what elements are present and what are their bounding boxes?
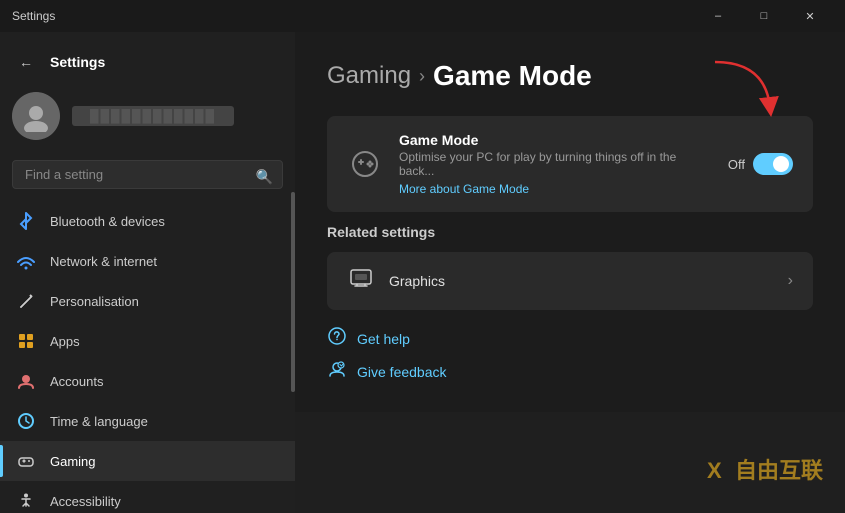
watermark: 自由互联 X [705, 452, 825, 493]
titlebar: Settings – □ ✕ [0, 0, 845, 32]
sidebar-header: ← Settings [0, 32, 295, 84]
sidebar-item-label-apps: Apps [50, 334, 279, 349]
toggle-label: Off [728, 157, 745, 172]
sidebar-item-apps[interactable]: Apps [0, 321, 295, 361]
back-button[interactable]: ← [12, 48, 40, 76]
give-feedback-link[interactable]: Give feedback [327, 359, 813, 384]
give-feedback-label: Give feedback [357, 364, 447, 380]
give-feedback-icon [327, 359, 347, 384]
get-help-label: Get help [357, 331, 410, 347]
maximize-button[interactable]: □ [741, 0, 787, 32]
sidebar-item-time[interactable]: Time & language [0, 401, 295, 441]
nav-list: Bluetooth & devices Network & internet [0, 197, 295, 513]
chevron-right-icon: › [788, 272, 793, 290]
breadcrumb-current: Game Mode [433, 60, 592, 92]
card-description: Optimise your PC for play by turning thi… [399, 150, 712, 178]
sidebar: ← Settings ████████████ 🔍 [0, 32, 295, 513]
breadcrumb-parent[interactable]: Gaming [327, 62, 411, 90]
card-title: Game Mode [399, 132, 712, 148]
main-panel: Gaming › Game Mode [295, 32, 845, 412]
get-help-icon [327, 326, 347, 351]
network-icon [16, 251, 36, 271]
accessibility-icon [16, 491, 36, 511]
game-mode-icon [347, 146, 383, 182]
user-name: ████████████ [72, 106, 234, 126]
game-mode-link[interactable]: More about Game Mode [399, 182, 712, 196]
bluetooth-icon [16, 211, 36, 231]
personalisation-icon [16, 291, 36, 311]
links-section: Get help Give feedback [327, 326, 813, 384]
search-container: 🔍 [0, 156, 295, 197]
svg-text:X: X [707, 458, 722, 483]
sidebar-item-label-accounts: Accounts [50, 374, 279, 389]
toggle-track [753, 153, 793, 175]
avatar [12, 92, 60, 140]
game-mode-toggle[interactable] [753, 153, 793, 175]
sidebar-item-label-personalisation: Personalisation [50, 294, 279, 309]
sidebar-item-bluetooth[interactable]: Bluetooth & devices [0, 201, 295, 241]
graphics-item[interactable]: Graphics › [327, 252, 813, 310]
minimize-button[interactable]: – [695, 0, 741, 32]
app-body: ← Settings ████████████ 🔍 [0, 32, 845, 513]
card-content: Game Mode Optimise your PC for play by t… [399, 132, 712, 196]
accounts-icon [16, 371, 36, 391]
time-icon [16, 411, 36, 431]
gaming-icon [16, 451, 36, 471]
card-control: Off [728, 153, 793, 175]
card-row: Game Mode Optimise your PC for play by t… [347, 132, 793, 196]
avatar-icon [12, 92, 60, 140]
svg-text:自由互联: 自由互联 [735, 458, 823, 483]
sidebar-item-accessibility[interactable]: Accessibility [0, 481, 295, 513]
sidebar-item-label-accessibility: Accessibility [50, 494, 279, 509]
main-panel-wrapper: Gaming › Game Mode [295, 32, 845, 513]
search-input[interactable] [12, 160, 283, 189]
sidebar-item-accounts[interactable]: Accounts [0, 361, 295, 401]
watermark-text: 自由互联 X [705, 476, 825, 491]
user-profile[interactable]: ████████████ [0, 84, 295, 156]
sidebar-item-label-bluetooth: Bluetooth & devices [50, 214, 279, 229]
game-mode-card: Game Mode Optimise your PC for play by t… [327, 116, 813, 212]
sidebar-item-label-network: Network & internet [50, 254, 279, 269]
sidebar-item-personalisation[interactable]: Personalisation [0, 281, 295, 321]
titlebar-title: Settings [12, 9, 695, 23]
titlebar-controls: – □ ✕ [695, 0, 833, 32]
sidebar-item-label-time: Time & language [50, 414, 279, 429]
graphics-icon [347, 266, 375, 296]
sidebar-item-network[interactable]: Network & internet [0, 241, 295, 281]
sidebar-app-title: Settings [50, 54, 105, 70]
apps-icon [16, 331, 36, 351]
sidebar-item-gaming[interactable]: Gaming [0, 441, 295, 481]
breadcrumb: Gaming › Game Mode [327, 60, 813, 92]
get-help-link[interactable]: Get help [327, 326, 813, 351]
toggle-thumb [773, 156, 789, 172]
close-button[interactable]: ✕ [787, 0, 833, 32]
related-settings-title: Related settings [327, 224, 813, 240]
sidebar-item-label-gaming: Gaming [50, 454, 279, 469]
search-icon: 🔍 [256, 168, 273, 185]
breadcrumb-separator: › [419, 66, 425, 87]
graphics-label: Graphics [389, 273, 774, 289]
